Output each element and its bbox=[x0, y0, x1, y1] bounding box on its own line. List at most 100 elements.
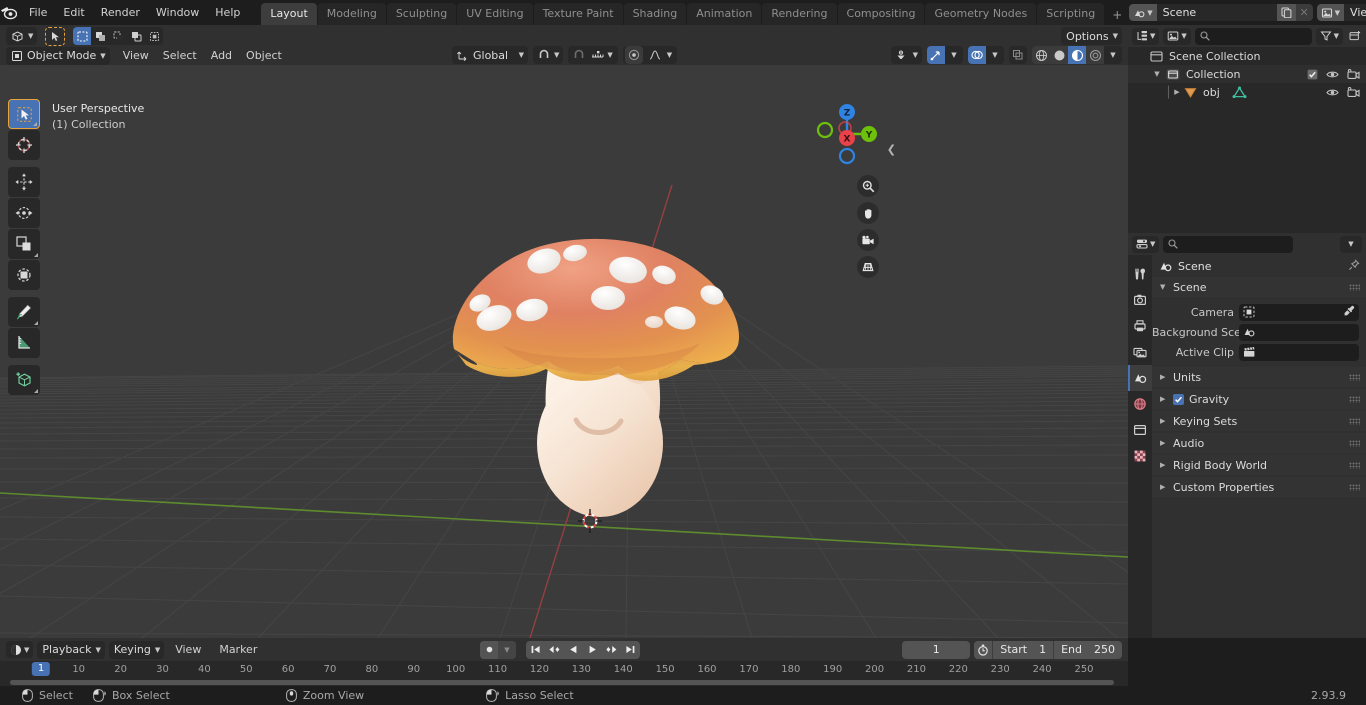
chevron-right-icon[interactable]: ▶ bbox=[1160, 373, 1168, 381]
add-workspace-button[interactable]: + bbox=[1105, 5, 1129, 25]
checkbox-icon[interactable] bbox=[1307, 69, 1318, 80]
cursor-select-icon[interactable] bbox=[45, 26, 66, 46]
current-frame-field[interactable]: 1 bbox=[902, 640, 971, 659]
tab-animation[interactable]: Animation bbox=[687, 3, 762, 25]
mushroom-model[interactable] bbox=[432, 225, 762, 537]
properties-search-input[interactable] bbox=[1163, 235, 1294, 253]
panel-header-keying-sets[interactable]: ▶ Keying Sets bbox=[1152, 411, 1366, 431]
chevron-right-icon[interactable]: ▶ bbox=[1160, 395, 1168, 403]
panel-header-custom-properties[interactable]: ▶ Custom Properties bbox=[1152, 477, 1366, 497]
viewport-menu-add[interactable]: Add bbox=[204, 47, 239, 65]
view-layer-icon[interactable]: ▼ bbox=[1316, 4, 1345, 21]
rotate-tool[interactable] bbox=[8, 198, 40, 228]
filter-visibility-icon[interactable]: ▼ bbox=[890, 46, 922, 64]
viewport-menu-view[interactable]: View bbox=[116, 47, 156, 65]
select-extend-icon[interactable] bbox=[91, 27, 110, 45]
keying-dropdown[interactable]: Keying ▼ bbox=[108, 640, 165, 659]
chevron-right-icon[interactable]: ▶ bbox=[1172, 88, 1182, 96]
chevron-down-icon[interactable]: ▼ bbox=[1152, 70, 1162, 78]
navigation-gizmo[interactable]: Z Y X bbox=[811, 98, 883, 170]
wireframe-icon[interactable] bbox=[1032, 46, 1050, 64]
select-subtract-icon[interactable] bbox=[109, 27, 128, 45]
chevron-left-icon[interactable]: ❮ bbox=[887, 143, 896, 156]
panel-header-gravity[interactable]: ▶ Gravity bbox=[1152, 389, 1366, 409]
xray-icon[interactable] bbox=[1009, 46, 1027, 64]
tab-layout[interactable]: Layout bbox=[261, 3, 317, 25]
viewport-menu-object[interactable]: Object bbox=[239, 47, 289, 65]
camera-icon[interactable] bbox=[1347, 68, 1360, 80]
new-collection-icon[interactable] bbox=[1347, 30, 1362, 42]
play-reverse-icon[interactable] bbox=[564, 640, 583, 659]
select-invert-icon[interactable] bbox=[127, 27, 146, 45]
outliner-row-collection[interactable]: ▼ Collection bbox=[1128, 65, 1366, 83]
record-dot-icon[interactable] bbox=[480, 640, 498, 659]
jump-to-start-icon[interactable] bbox=[526, 640, 545, 659]
eye-icon[interactable] bbox=[1326, 69, 1339, 80]
blender-logo-icon[interactable] bbox=[0, 0, 17, 25]
texture-tab[interactable] bbox=[1128, 443, 1152, 469]
scale-tool[interactable] bbox=[8, 229, 40, 259]
outliner-search-input[interactable] bbox=[1194, 27, 1312, 45]
overlays-icon[interactable] bbox=[968, 46, 986, 64]
shading-dropdown-chevron-down-icon[interactable]: ▼ bbox=[1104, 46, 1122, 64]
measure-tool[interactable] bbox=[8, 328, 40, 358]
tab-geometry-nodes[interactable]: Geometry Nodes bbox=[925, 3, 1037, 25]
jump-to-prev-keyframe-icon[interactable] bbox=[545, 640, 564, 659]
tab-sculpting[interactable]: Sculpting bbox=[386, 3, 457, 25]
menu-edit[interactable]: Edit bbox=[55, 3, 92, 22]
gravity-checkbox[interactable] bbox=[1173, 393, 1184, 405]
active-clip-field[interactable] bbox=[1239, 343, 1359, 361]
material-preview-icon[interactable] bbox=[1068, 46, 1086, 64]
chevron-down-icon[interactable]: ▼ bbox=[1160, 283, 1168, 291]
panel-header-scene[interactable]: ▼ Scene bbox=[1152, 277, 1366, 297]
viewport-menu-select[interactable]: Select bbox=[156, 47, 204, 65]
tab-scripting[interactable]: Scripting bbox=[1037, 3, 1105, 25]
timeline-playhead[interactable]: 1 bbox=[31, 662, 51, 676]
cursor-tool[interactable] bbox=[8, 130, 40, 160]
start-frame-field[interactable]: Start 1 bbox=[993, 641, 1053, 659]
chevron-right-icon[interactable]: ▶ bbox=[1160, 417, 1168, 425]
jump-to-end-icon[interactable] bbox=[621, 640, 640, 659]
background-scene-field[interactable] bbox=[1239, 323, 1359, 341]
render-tab[interactable] bbox=[1128, 287, 1152, 313]
annotate-tool[interactable] bbox=[8, 297, 40, 327]
tool-tab[interactable] bbox=[1128, 261, 1152, 287]
scene-name-field[interactable]: Scene bbox=[1156, 4, 1277, 21]
toggle-perspective-icon[interactable] bbox=[857, 256, 879, 278]
view-layer-name-field[interactable]: View Layer bbox=[1344, 4, 1366, 21]
view-layer-tab[interactable] bbox=[1128, 339, 1152, 365]
outliner-row-obj[interactable]: │ ▶ obj bbox=[1128, 83, 1366, 101]
chevron-right-icon[interactable]: ▶ bbox=[1160, 483, 1168, 491]
timeline-menu-marker[interactable]: Marker bbox=[212, 641, 264, 659]
object-mode-dropdown[interactable]: Object Mode ▼ bbox=[6, 46, 110, 65]
outliner-display-mode-icon[interactable]: ▼ bbox=[1132, 27, 1160, 45]
snapping-dropdown[interactable]: ▼ bbox=[533, 46, 564, 64]
play-icon[interactable] bbox=[583, 640, 602, 659]
tab-uv-editing[interactable]: UV Editing bbox=[457, 3, 533, 25]
tab-rendering[interactable]: Rendering bbox=[762, 3, 837, 25]
tweak-select-box-tool[interactable] bbox=[8, 99, 40, 129]
viewport-canvas[interactable]: User Perspective (1) Collection Z Y X ❮ bbox=[0, 65, 1128, 638]
camera-view-icon[interactable] bbox=[857, 229, 879, 251]
select-intersect-icon[interactable] bbox=[145, 27, 164, 45]
menu-window[interactable]: Window bbox=[148, 3, 207, 22]
snap-increment-icon[interactable] bbox=[590, 46, 605, 64]
move-tool[interactable] bbox=[8, 167, 40, 197]
panel-header-units[interactable]: ▶ Units bbox=[1152, 367, 1366, 387]
transform-tool[interactable] bbox=[8, 260, 40, 290]
overlays-dropdown-chevron-down-icon[interactable]: ▼ bbox=[986, 46, 1004, 64]
new-copy-icon[interactable] bbox=[1276, 4, 1296, 21]
tab-modeling[interactable]: Modeling bbox=[317, 3, 386, 25]
rendered-icon[interactable] bbox=[1086, 46, 1104, 64]
transform-orientation-dropdown[interactable]: Global ▼ bbox=[452, 46, 528, 64]
timeline-editor-icon[interactable]: ▼ bbox=[6, 641, 34, 658]
outliner-row-scene-collection[interactable]: Scene Collection bbox=[1128, 47, 1366, 65]
proportional-edit-icon[interactable] bbox=[624, 46, 643, 64]
stopwatch-icon[interactable] bbox=[974, 640, 993, 659]
solid-icon[interactable] bbox=[1050, 46, 1068, 64]
pan-hand-icon[interactable] bbox=[857, 202, 879, 224]
editor-type-3dview-icon[interactable]: ▼ bbox=[6, 27, 38, 45]
zoom-icon[interactable] bbox=[857, 175, 879, 197]
jump-to-next-keyframe-icon[interactable] bbox=[602, 640, 621, 659]
funnel-filter-icon[interactable]: ▼ bbox=[1315, 27, 1343, 45]
